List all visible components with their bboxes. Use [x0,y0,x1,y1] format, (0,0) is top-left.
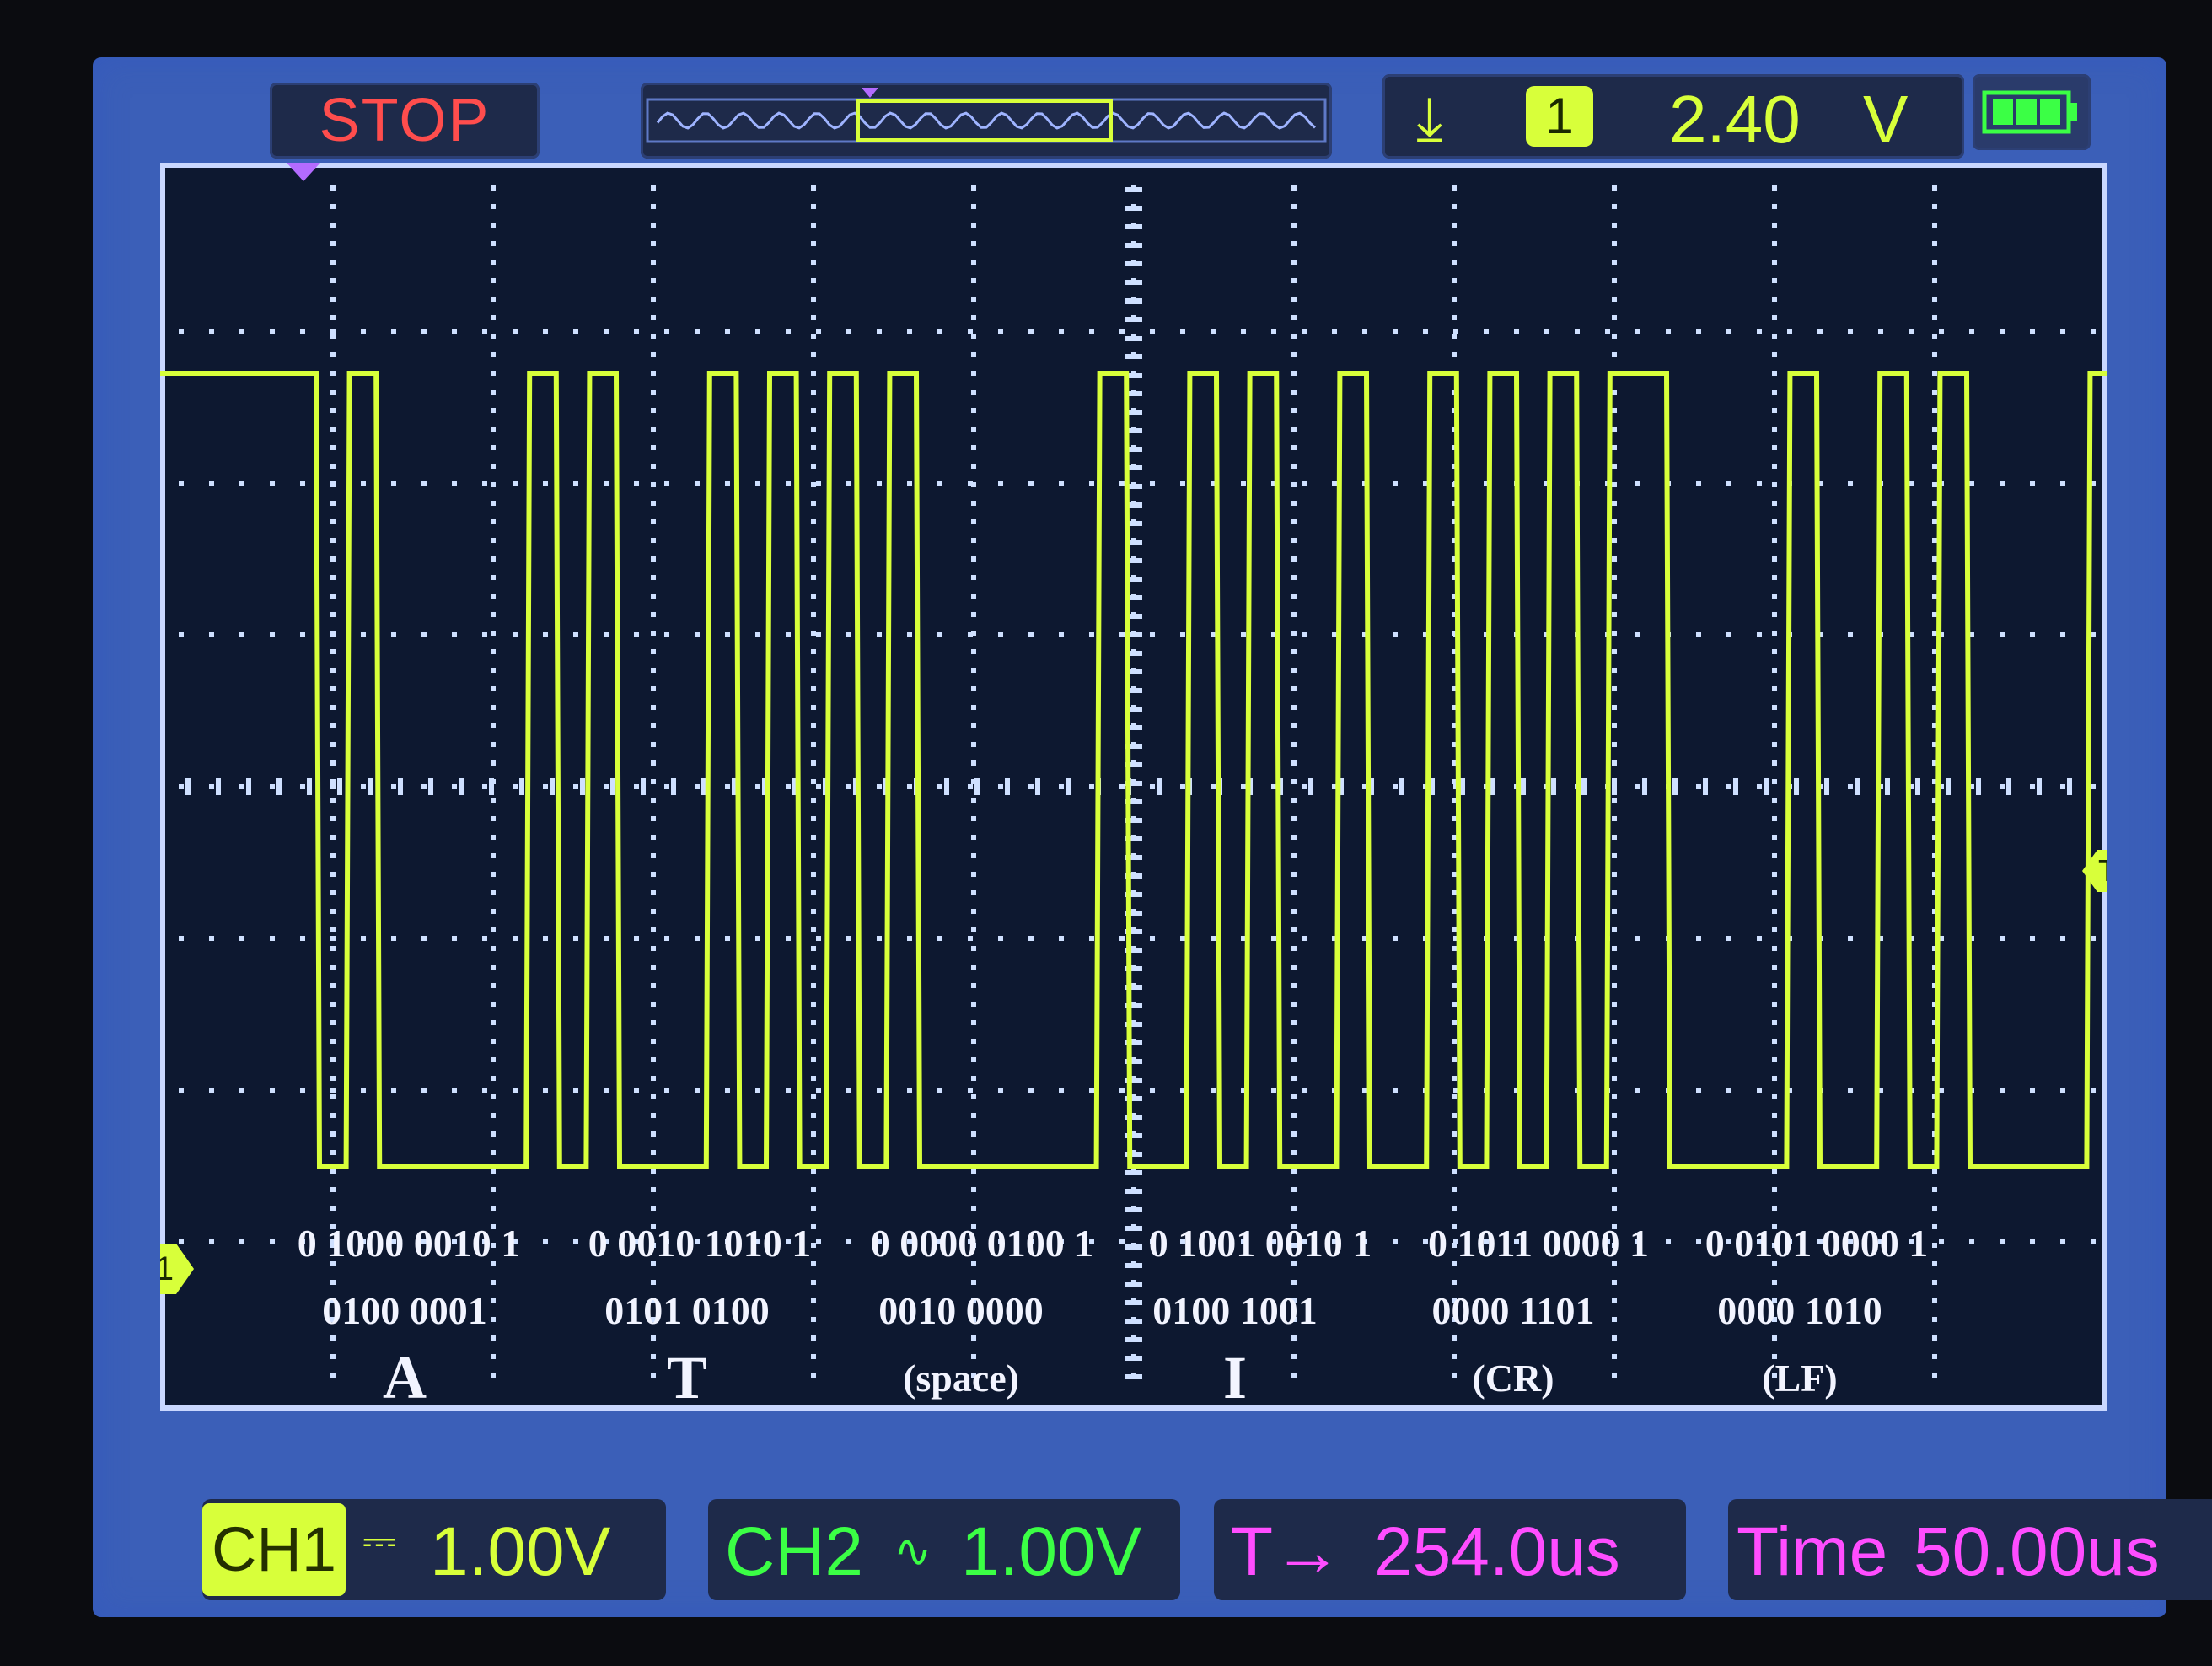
annotation-char-0: A [383,1344,427,1411]
ch2-settings[interactable]: CH2 ∿ 1.00V [708,1499,1180,1600]
timebase-settings[interactable]: Time 50.00us [1728,1499,2212,1600]
falling-edge-trigger-icon: ⤓ [1416,85,1443,153]
trigger-settings[interactable]: ⤓ 1 2.40 V [1382,74,1964,159]
annotation-bits-0: 0 1000 0010 1 [297,1222,521,1265]
trigger-level-unit: V [1863,82,1909,157]
ac-coupling-icon: ∿ [894,1526,932,1577]
annotation-bits-4: 0 1011 0000 1 [1428,1222,1649,1265]
ch1-settings[interactable]: CH1 ⎓ 1.00V [202,1499,666,1600]
memory-overview[interactable] [641,83,1332,159]
ch1-scale: 1.00V [430,1513,611,1590]
run-state-label: STOP [319,87,491,154]
annotation-char-1: T [666,1344,708,1411]
trigger-level-value: 2.40 [1669,82,1801,157]
annotation-bits-1: 0 0010 1010 1 [588,1222,812,1265]
top-status-bar: STOP ⤓ 1 2.40 V [93,57,2166,159]
memory-overview-waveform [646,88,1327,143]
trigger-offset-label: T→ [1231,1513,1343,1590]
trigger-offset-value: 254.0us [1374,1513,1620,1590]
annotation-bits-5: 0 0101 0000 1 [1705,1222,1929,1265]
timebase-value: 50.00us [1914,1513,2160,1590]
annotation-char-3: I [1222,1344,1248,1411]
ch1-label: CH1 [202,1503,346,1596]
dc-coupling-icon: ⎓ [362,1517,396,1564]
annotation-char-4: (CR) [1472,1357,1554,1400]
annotation-binary-3: 0100 1001 [1152,1289,1318,1332]
annotation-bits-3: 0 1001 0010 1 [1148,1222,1372,1265]
annotation-char-5: (LF) [1762,1357,1838,1400]
battery-icon [1973,74,2091,150]
trigger-offset-settings[interactable]: T→ 254.0us [1214,1499,1686,1600]
annotation-binary-2: 0010 0000 [878,1289,1044,1332]
ch2-label: CH2 [725,1513,864,1590]
ch2-scale: 1.00V [961,1513,1142,1590]
graticule-grid [179,185,2096,1379]
run-stop-indicator[interactable]: STOP [270,83,540,159]
annotation-bits-2: 0 0000 0100 1 [870,1222,1094,1265]
waveform-plot-area[interactable]: 1 T 0 1000 0010 1 0 0010 1010 1 0 0000 0… [160,163,2107,1411]
annotation-binary-0: 0100 0001 [322,1289,487,1332]
annotation-binary-4: 0000 1101 [1431,1289,1595,1332]
trigger-channel-badge: 1 [1526,86,1593,147]
annotation-binary-5: 0000 1010 [1717,1289,1882,1332]
oscilloscope-screen: STOP ⤓ 1 2.40 V 1 0 1000 0010 1 0 0010 1… [93,57,2212,1617]
annotation-char-2: (space) [903,1357,1019,1400]
bottom-status-bar: CH1 ⎓ 1.00V CH2 ∿ 1.00V T→ 254.0us Time … [93,1491,2212,1617]
annotation-binary-1: 0101 0100 [604,1289,770,1332]
timebase-label: Time [1737,1513,1888,1590]
trigger-position-marker [287,163,320,181]
ch1-trace [160,371,2107,1169]
